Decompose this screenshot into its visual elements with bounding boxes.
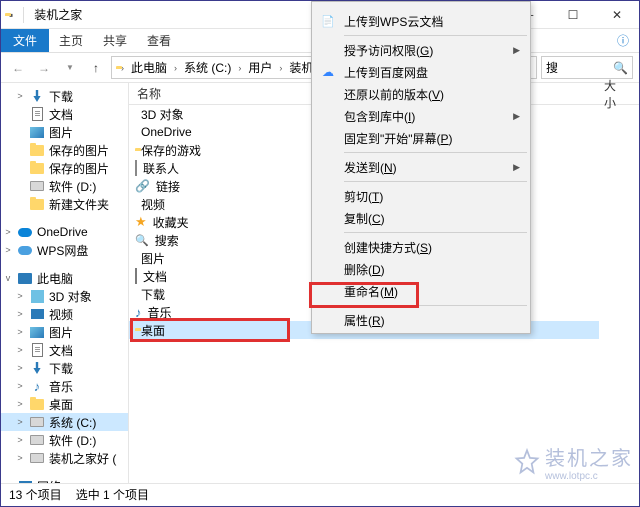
window-title: 装机之家 bbox=[34, 6, 82, 23]
back-button[interactable]: ← bbox=[7, 57, 29, 79]
nav-item[interactable]: 软件 (D:) bbox=[1, 177, 128, 195]
col-name[interactable]: 名称 bbox=[129, 83, 304, 104]
nav-item[interactable]: 新建文件夹 bbox=[1, 195, 128, 213]
nav-item[interactable]: >视频 bbox=[1, 305, 128, 323]
nav-item[interactable]: >WPS网盘 bbox=[1, 241, 128, 259]
ctx-item[interactable]: 剪切(T) bbox=[314, 185, 528, 207]
nav-tree[interactable]: >下载文档图片保存的图片保存的图片软件 (D:)新建文件夹>OneDrive>W… bbox=[1, 83, 129, 483]
search-input[interactable]: 搜 🔍 bbox=[541, 56, 633, 79]
file-tab[interactable]: 文件 bbox=[1, 29, 49, 52]
nav-item[interactable]: >桌面 bbox=[1, 395, 128, 413]
ctx-item[interactable]: 📄上传到WPS云文档 bbox=[314, 10, 528, 32]
context-menu: 📄上传到WPS云文档授予访问权限(G)▶☁上传到百度网盘还原以前的版本(V)包含… bbox=[311, 1, 531, 334]
nav-item[interactable]: >♪音乐 bbox=[1, 377, 128, 395]
nav-item[interactable]: >下载 bbox=[1, 359, 128, 377]
nav-item[interactable]: >系统 (C:) bbox=[1, 413, 128, 431]
ctx-item[interactable]: 属性(R) bbox=[314, 309, 528, 331]
nav-item[interactable]: 保存的图片 bbox=[1, 141, 128, 159]
status-bar: 13 个项目 选中 1 个项目 bbox=[1, 483, 639, 505]
ctx-item[interactable]: ☁上传到百度网盘 bbox=[314, 61, 528, 83]
ctx-item[interactable]: 固定到"开始"屏幕(P) bbox=[314, 127, 528, 149]
nav-item[interactable]: 图片 bbox=[1, 123, 128, 141]
ctx-item[interactable]: 复制(C) bbox=[314, 207, 528, 229]
nav-item[interactable]: >软件 (D:) bbox=[1, 431, 128, 449]
crumb-c[interactable]: 系统 (C:) bbox=[181, 58, 234, 77]
nav-item[interactable]: v此电脑 bbox=[1, 269, 128, 287]
crumb-pc[interactable]: 此电脑 bbox=[128, 58, 170, 77]
nav-item[interactable]: >装机之家好 ( bbox=[1, 449, 128, 467]
nav-item[interactable]: >3D 对象 bbox=[1, 287, 128, 305]
ctx-item[interactable]: 创建快捷方式(S) bbox=[314, 236, 528, 258]
nav-item[interactable]: >图片 bbox=[1, 323, 128, 341]
forward-button[interactable]: → bbox=[33, 57, 55, 79]
ctx-item[interactable]: 删除(D) bbox=[314, 258, 528, 280]
nav-item[interactable]: 文档 bbox=[1, 105, 128, 123]
ribbon-tab-view[interactable]: 查看 bbox=[137, 29, 181, 52]
ribbon-tab-share[interactable]: 共享 bbox=[93, 29, 137, 52]
ribbon-help[interactable]: ⓘ bbox=[607, 29, 639, 52]
maximize-button[interactable]: ☐ bbox=[551, 1, 595, 29]
crumb-users[interactable]: 用户 bbox=[245, 58, 275, 77]
ctx-item[interactable]: 重命名(M) bbox=[314, 280, 528, 302]
nav-item[interactable]: >OneDrive bbox=[1, 223, 128, 241]
nav-item[interactable]: 保存的图片 bbox=[1, 159, 128, 177]
ribbon-tab-home[interactable]: 主页 bbox=[49, 29, 93, 52]
ctx-item[interactable]: 包含到库中(I)▶ bbox=[314, 105, 528, 127]
close-button[interactable]: ✕ bbox=[595, 1, 639, 29]
ctx-item[interactable]: 授予访问权限(G)▶ bbox=[314, 39, 528, 61]
ctx-item[interactable]: 还原以前的版本(V) bbox=[314, 83, 528, 105]
status-count: 13 个项目 bbox=[9, 486, 62, 503]
recent-button[interactable]: ▼ bbox=[59, 57, 81, 79]
search-icon: 🔍 bbox=[613, 61, 628, 75]
status-selected: 选中 1 个项目 bbox=[76, 486, 149, 503]
ctx-item[interactable]: 发送到(N)▶ bbox=[314, 156, 528, 178]
nav-item[interactable]: >下载 bbox=[1, 87, 128, 105]
up-button[interactable]: ↑ bbox=[85, 57, 107, 79]
nav-item[interactable]: >网络 bbox=[1, 477, 128, 483]
nav-item[interactable]: >文档 bbox=[1, 341, 128, 359]
